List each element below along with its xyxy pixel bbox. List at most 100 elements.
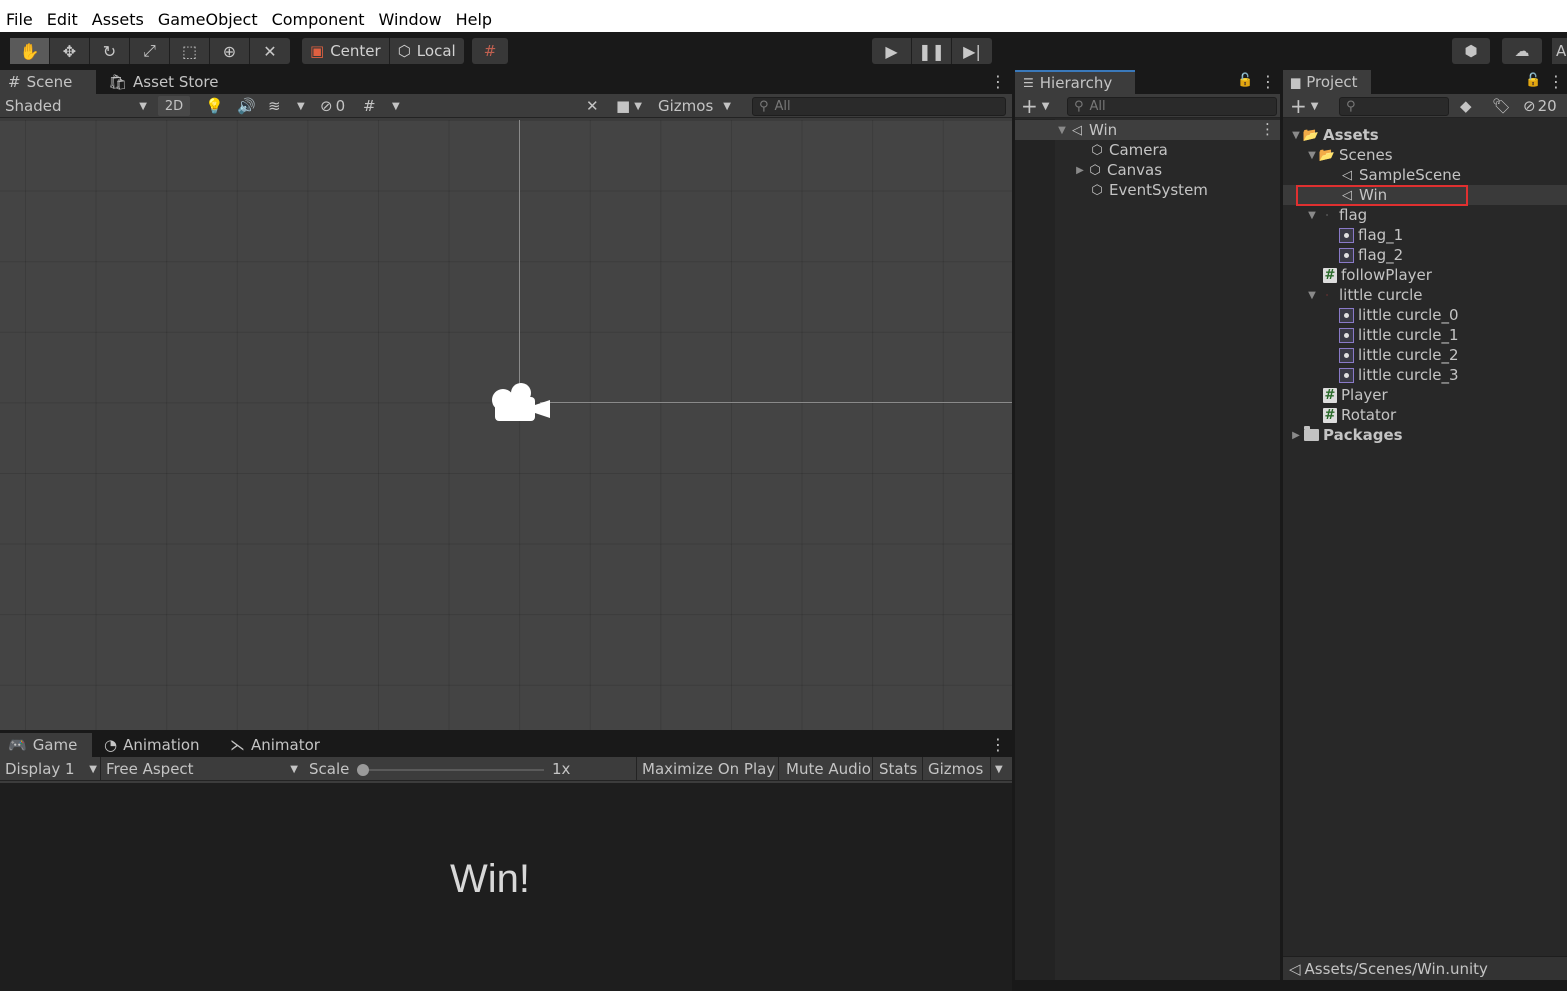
project-item-flag-2[interactable]: flag_2 — [1283, 245, 1567, 265]
expand-right-icon[interactable]: ▶ — [1073, 165, 1087, 176]
hierarchy-item-camera[interactable]: ⬡ Camera — [1015, 140, 1280, 160]
project-item-flag[interactable]: ▼ · flag — [1283, 205, 1567, 225]
game-viewport[interactable]: Win! — [0, 783, 1012, 991]
tab-asset-store[interactable]: 🛍 Asset Store — [100, 70, 226, 94]
shading-dropdown[interactable]: Shaded ▼ — [5, 94, 147, 118]
mute-audio-toggle[interactable]: Mute Audio — [778, 757, 871, 781]
maximize-on-play-toggle[interactable]: Maximize On Play — [636, 757, 775, 781]
tab-animator[interactable]: ⋋ Animator — [222, 733, 328, 757]
project-item-little-curcle-0[interactable]: little curcle_0 — [1283, 305, 1567, 325]
effects-dropdown[interactable]: ▼ — [297, 94, 305, 118]
project-item-little-curcle[interactable]: ▼ · little curcle — [1283, 285, 1567, 305]
camera-gizmo-icon[interactable] — [490, 380, 552, 428]
hidden-packages-toggle[interactable]: ⊘ 20 — [1523, 94, 1557, 118]
lock-icon[interactable]: 🔓 — [1237, 73, 1253, 88]
project-folder-assets[interactable]: ▼ 📂 Assets — [1283, 125, 1567, 145]
expand-down-icon[interactable]: ▼ — [1305, 150, 1319, 161]
grid-dropdown[interactable]: ▼ — [392, 94, 400, 118]
hierarchy-item-canvas[interactable]: ▶ ⬡ Canvas — [1015, 160, 1280, 180]
rect-tool-button[interactable]: ⬚ — [170, 38, 210, 64]
pivot-center-toggle[interactable]: ▣ Center — [302, 38, 390, 64]
project-menu-icon[interactable]: ⋮ — [1548, 72, 1564, 91]
project-item-flag-1[interactable]: flag_1 — [1283, 225, 1567, 245]
game-tabbar: 🎮 Game ◔ Animation ⋋ Animator ⋮ — [0, 733, 1012, 757]
stats-toggle[interactable]: Stats — [872, 757, 917, 781]
step-button[interactable]: ▶| — [952, 38, 992, 64]
menu-assets[interactable]: Assets — [92, 10, 144, 29]
gizmos-dropdown[interactable]: Gizmos ▼ — [658, 94, 731, 118]
search-icon: ⚲ — [759, 99, 769, 114]
scene-row-menu-icon[interactable]: ⋮ — [1260, 120, 1275, 138]
hierarchy-menu-icon[interactable]: ⋮ — [1260, 72, 1276, 91]
camera-dropdown[interactable]: ■ ▼ — [616, 94, 642, 118]
hand-tool-button[interactable]: ✋ — [10, 38, 50, 64]
rotate-tool-button[interactable]: ↻ — [90, 38, 130, 64]
pivot-local-toggle[interactable]: ⬡ Local — [390, 38, 464, 64]
dropdown-arrow-icon: ▼ — [634, 100, 642, 112]
scene-menu-icon[interactable]: ⋮ — [990, 72, 1006, 91]
move-tool-button[interactable]: ✥ — [50, 38, 90, 64]
project-item-rotator[interactable]: # Rotator — [1283, 405, 1567, 425]
grid-toggle[interactable]: # — [363, 94, 376, 118]
tools-toggle[interactable]: ✕ — [586, 94, 599, 118]
cloud-button[interactable]: ☁ — [1502, 38, 1542, 64]
expand-down-icon[interactable]: ▼ — [1289, 130, 1303, 141]
project-folder-packages[interactable]: ▶ Packages — [1283, 425, 1567, 445]
play-button[interactable]: ▶ — [872, 38, 912, 64]
2d-toggle[interactable]: 2D — [158, 96, 190, 116]
scene-viewport[interactable] — [0, 120, 1012, 730]
tab-animation[interactable]: ◔ Animation — [96, 733, 208, 757]
game-menu-icon[interactable]: ⋮ — [990, 735, 1006, 754]
unity-scene-icon: ◁ — [1072, 122, 1082, 138]
project-item-followplayer[interactable]: # followPlayer — [1283, 265, 1567, 285]
scene-search-input[interactable]: ⚲ All — [752, 97, 1006, 116]
menu-file[interactable]: File — [6, 10, 33, 29]
project-item-player[interactable]: # Player — [1283, 385, 1567, 405]
hierarchy-scene-row[interactable]: ▼ ◁ Win ⋮ — [1015, 120, 1280, 140]
collab-button[interactable]: ⬢ — [1452, 38, 1490, 64]
filter-by-label-button[interactable]: 🏷 — [1492, 94, 1511, 118]
tab-game[interactable]: 🎮 Game — [0, 733, 92, 757]
hierarchy-search-input[interactable]: ⚲ All — [1067, 97, 1277, 116]
game-gizmos-dropdown[interactable]: ▼ — [990, 757, 1003, 781]
scale-slider-handle[interactable] — [357, 764, 369, 776]
hidden-objects-toggle[interactable]: ⊘ 0 — [320, 94, 345, 118]
hierarchy-item-eventsystem[interactable]: ⬡ EventSystem — [1015, 180, 1280, 200]
scale-tool-button[interactable]: ⤢ — [130, 38, 170, 64]
lighting-toggle[interactable]: 💡 — [205, 94, 224, 118]
grid-snap-button[interactable]: # — [472, 38, 508, 64]
project-folder-scenes[interactable]: ▼ 📂 Scenes — [1283, 145, 1567, 165]
account-button[interactable]: A — [1552, 38, 1567, 64]
project-item-little-curcle-2[interactable]: little curcle_2 — [1283, 345, 1567, 365]
tab-scene[interactable]: # Scene — [0, 70, 96, 94]
menu-gameobject[interactable]: GameObject — [158, 10, 258, 29]
game-gizmos-toggle[interactable]: Gizmos — [922, 757, 983, 781]
menu-window[interactable]: Window — [378, 10, 441, 29]
filter-by-type-button[interactable]: ◆ — [1460, 94, 1472, 118]
display-dropdown[interactable]: Display 1 ▼ — [5, 757, 97, 781]
effects-toggle[interactable]: ≋ — [268, 94, 281, 118]
custom-tool-button[interactable]: ✕ — [250, 38, 290, 64]
menu-help[interactable]: Help — [456, 10, 492, 29]
audio-toggle[interactable]: 🔊 — [237, 94, 256, 118]
hierarchy-create-dropdown[interactable]: + ▼ — [1021, 94, 1049, 118]
expand-down-icon[interactable]: ▼ — [1305, 290, 1319, 301]
menu-component[interactable]: Component — [272, 10, 365, 29]
expand-down-icon[interactable]: ▼ — [1305, 210, 1319, 221]
menu-edit[interactable]: Edit — [47, 10, 78, 29]
lock-icon[interactable]: 🔓 — [1525, 73, 1541, 88]
tab-hierarchy[interactable]: ☰ Hierarchy — [1015, 70, 1135, 94]
project-search-input[interactable]: ⚲ — [1339, 97, 1449, 116]
project-item-samplescene[interactable]: ◁ SampleScene — [1283, 165, 1567, 185]
project-create-dropdown[interactable]: + ▼ — [1290, 94, 1318, 118]
expand-down-icon[interactable]: ▼ — [1055, 125, 1069, 136]
unity-scene-icon: ◁ — [1289, 959, 1301, 978]
project-item-little-curcle-1[interactable]: little curcle_1 — [1283, 325, 1567, 345]
scale-slider-track[interactable] — [362, 769, 544, 771]
pause-button[interactable]: ❚❚ — [912, 38, 952, 64]
transform-tool-button[interactable]: ⊕ — [210, 38, 250, 64]
tab-project[interactable]: ▆ Project — [1283, 70, 1371, 94]
expand-right-icon[interactable]: ▶ — [1289, 430, 1303, 441]
aspect-dropdown[interactable]: Free Aspect ▼ — [100, 757, 298, 781]
project-item-little-curcle-3[interactable]: little curcle_3 — [1283, 365, 1567, 385]
